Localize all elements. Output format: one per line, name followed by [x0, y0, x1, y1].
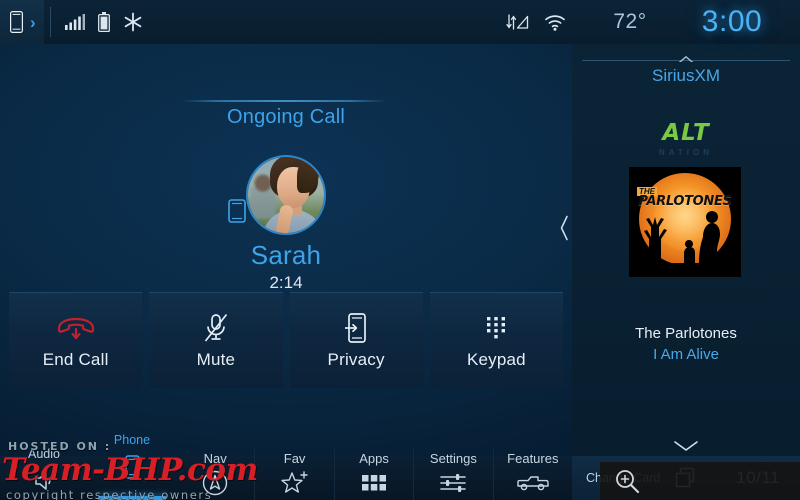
- connected-phone-indicator[interactable]: ›: [0, 0, 44, 44]
- caller-name: Sarah: [250, 240, 322, 270]
- phone-call-panel: Ongoing Call Sarah 2:14 End Call Mute Pr…: [0, 44, 572, 456]
- status-bar-right: 72° 3:00: [506, 0, 800, 44]
- privacy-phone-icon: [290, 313, 423, 343]
- header-divider: [182, 100, 387, 102]
- truck-icon: [516, 470, 550, 496]
- chevron-up-icon[interactable]: [676, 52, 696, 62]
- navigation-data-icon: [506, 14, 529, 30]
- status-bar-left: ›: [0, 0, 143, 44]
- infotainment-screen: › 72° 3:00 Ongoing Call Sarah 2:14 End C…: [0, 0, 800, 500]
- station-logo: ALT NATION: [572, 120, 800, 158]
- call-actions: End Call Mute Privacy Keypad: [9, 292, 563, 388]
- status-bar: › 72° 3:00: [0, 0, 800, 44]
- nav-item-nav[interactable]: Nav: [176, 448, 254, 500]
- album-art-silhouettes: [629, 211, 741, 277]
- collapse-card-button[interactable]: [572, 440, 800, 454]
- privacy-label: Privacy: [327, 350, 385, 369]
- main-navigation-bar: Nav Fav Apps Settings Features: [176, 448, 572, 500]
- previous-page-button[interactable]: [556, 212, 572, 244]
- tab-phone[interactable]: Phone: [88, 434, 176, 500]
- tab-audio-label: Audio: [28, 447, 60, 461]
- status-divider: [49, 7, 51, 37]
- avatar: [246, 155, 326, 235]
- nav-item-fav[interactable]: Fav: [254, 448, 333, 500]
- watermark-zoom-bar: [600, 462, 800, 500]
- nav-item-settings-label: Settings: [429, 451, 477, 466]
- track-title: I Am Alive: [653, 346, 719, 363]
- tab-phone-active-indicator: [98, 496, 166, 500]
- media-source-label[interactable]: SiriusXM: [572, 66, 800, 86]
- call-status-title: Ongoing Call: [226, 106, 346, 128]
- privacy-button[interactable]: Privacy: [289, 292, 423, 388]
- end-call-button[interactable]: End Call: [9, 292, 143, 388]
- star-plus-icon: [280, 470, 310, 496]
- chevron-left-icon: [560, 215, 568, 241]
- call-duration: 2:14: [269, 273, 303, 292]
- compass-icon: [202, 470, 228, 496]
- station-logo-text: ALT: [662, 120, 710, 146]
- signal-bars-icon: [64, 14, 85, 30]
- wifi-icon: [545, 14, 565, 31]
- nav-item-nav-label: Nav: [203, 451, 227, 466]
- source-tabs: Audio Phone: [0, 428, 176, 500]
- apps-grid-icon: [361, 470, 387, 496]
- tab-audio[interactable]: Audio: [0, 448, 88, 494]
- microphone-muted-icon: [149, 313, 282, 343]
- nav-item-settings[interactable]: Settings: [413, 448, 492, 500]
- keypad-dots-icon: [430, 313, 563, 343]
- mute-label: Mute: [196, 350, 236, 369]
- end-call-icon: [9, 313, 142, 343]
- mute-button[interactable]: Mute: [149, 292, 283, 388]
- mobile-phone-icon: [228, 199, 246, 223]
- track-artist: The Parlotones: [635, 325, 737, 342]
- keypad-button[interactable]: Keypad: [429, 292, 563, 388]
- album-art[interactable]: THE PARLOTONES: [629, 167, 741, 277]
- nav-item-apps-label: Apps: [359, 451, 389, 466]
- end-call-label: End Call: [42, 350, 109, 369]
- nav-item-features[interactable]: Features: [492, 448, 572, 500]
- phone-chevron-icon: ›: [30, 12, 36, 32]
- tab-phone-label: Phone: [113, 433, 151, 447]
- keypad-label: Keypad: [466, 350, 526, 369]
- phone-tab-icon: [88, 454, 176, 480]
- nav-item-fav-label: Fav: [283, 451, 306, 466]
- zoom-in-icon[interactable]: [614, 468, 640, 494]
- nav-item-apps[interactable]: Apps: [333, 448, 413, 500]
- chevron-down-icon: [674, 441, 698, 451]
- temperature-display: 72°: [613, 10, 647, 33]
- battery-icon: [97, 12, 110, 32]
- phone-icon: [10, 11, 23, 33]
- audio-icon: [0, 468, 88, 494]
- nav-item-features-label: Features: [507, 451, 559, 466]
- sliders-icon: [439, 470, 467, 496]
- snowflake-icon: [124, 12, 141, 32]
- clock-display: 3:00: [701, 5, 763, 38]
- caller-avatar-wrap: [228, 155, 326, 235]
- station-logo-subtext: NATION: [658, 148, 714, 157]
